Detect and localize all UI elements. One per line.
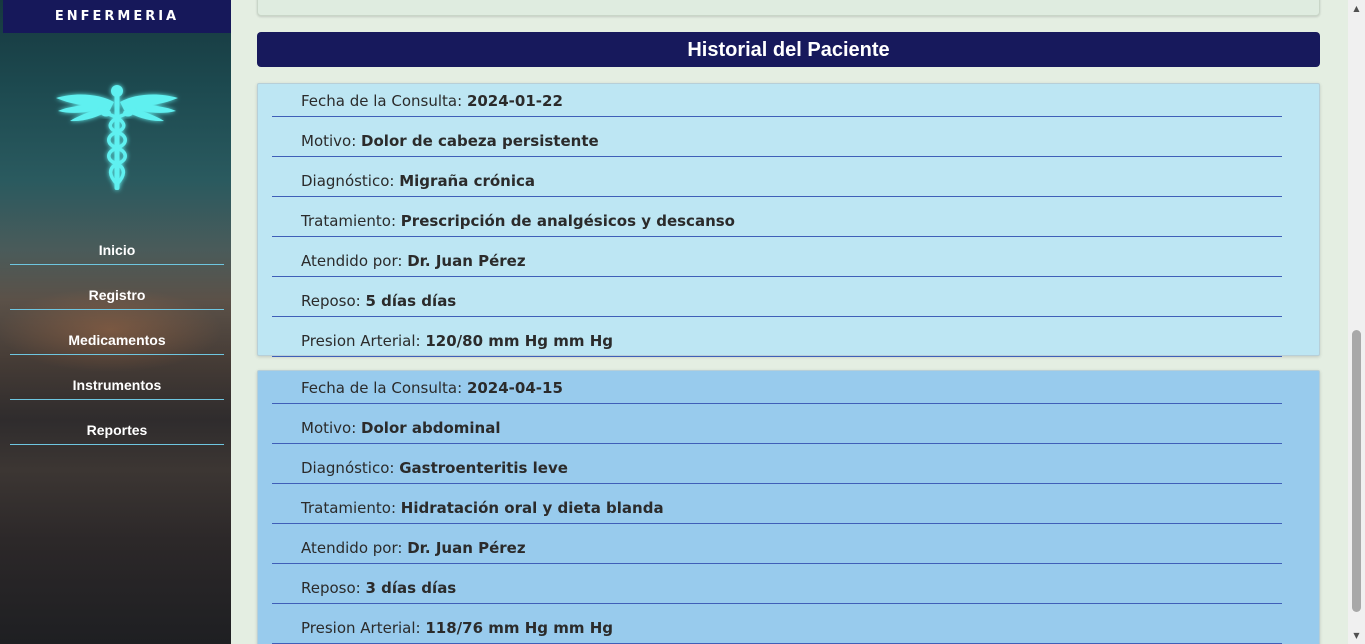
row-value: 2024-04-15 (466, 379, 563, 397)
row-value: 2024-01-22 (466, 92, 563, 110)
nav-item-inicio[interactable]: Inicio (10, 238, 224, 283)
scroll-up-arrow-icon[interactable]: ▲ (1348, 0, 1365, 17)
row-value: Hidratación oral y dieta blanda (400, 499, 664, 517)
record-row-date: Fecha de la Consulta: 2024-04-15 (272, 371, 1282, 404)
nav-label: Registro (10, 287, 224, 310)
record-row-attended-by: Atendido por: Dr. Juan Pérez (272, 237, 1282, 277)
page-title: Historial del Paciente (257, 32, 1320, 67)
caduceus-icon (56, 85, 178, 190)
row-label: Fecha de la Consulta: (301, 379, 467, 397)
row-label: Reposo: (301, 292, 366, 310)
row-label: Presion Arterial: (301, 619, 426, 637)
row-value: 120/80 mm Hg mm Hg (425, 332, 613, 350)
row-label: Atendido por: (301, 539, 408, 557)
nav-item-registro[interactable]: Registro (10, 283, 224, 328)
record-row-reason: Motivo: Dolor de cabeza persistente (272, 117, 1282, 157)
row-value: Dolor de cabeza persistente (361, 132, 599, 150)
row-label: Motivo: (301, 132, 362, 150)
sidebar: ENFERMERIA Inicio Registro Medicamentos … (0, 0, 231, 644)
row-label: Tratamiento: (301, 499, 401, 517)
vertical-scrollbar[interactable]: ▲ ▼ (1348, 0, 1365, 644)
record-row-reason: Motivo: Dolor abdominal (272, 404, 1282, 444)
row-value: 118/76 mm Hg mm Hg (425, 619, 613, 637)
nav-item-medicamentos[interactable]: Medicamentos (10, 328, 224, 373)
record-row-diagnosis: Diagnóstico: Gastroenteritis leve (272, 444, 1282, 484)
nav-label: Instrumentos (10, 377, 224, 400)
row-value: Gastroenteritis leve (399, 459, 568, 477)
row-value: Dr. Juan Pérez (407, 252, 526, 270)
nav-label: Inicio (10, 242, 224, 265)
row-label: Diagnóstico: (301, 172, 400, 190)
scrollbar-thumb[interactable] (1352, 330, 1361, 612)
row-label: Fecha de la Consulta: (301, 92, 467, 110)
record-row-blood-pressure: Presion Arterial: 120/80 mm Hg mm Hg (272, 317, 1282, 357)
record-row-treatment: Tratamiento: Hidratación oral y dieta bl… (272, 484, 1282, 524)
sidebar-nav: Inicio Registro Medicamentos Instrumento… (10, 238, 224, 463)
history-record: Fecha de la Consulta: 2024-01-22 Motivo:… (257, 83, 1320, 357)
row-label: Tratamiento: (301, 212, 401, 230)
row-label: Atendido por: (301, 252, 408, 270)
row-value: Dr. Juan Pérez (407, 539, 526, 557)
nav-label: Reportes (10, 422, 224, 445)
row-value: 5 días días (365, 292, 457, 310)
row-label: Diagnóstico: (301, 459, 400, 477)
record-row-rest: Reposo: 5 días días (272, 277, 1282, 317)
previous-card (257, 0, 1320, 16)
scroll-down-arrow-icon[interactable]: ▼ (1348, 627, 1365, 644)
record-row-blood-pressure: Presion Arterial: 118/76 mm Hg mm Hg (272, 604, 1282, 644)
row-value: Prescripción de analgésicos y descanso (400, 212, 735, 230)
row-value: Dolor abdominal (361, 419, 501, 437)
row-value: Migraña crónica (399, 172, 536, 190)
nav-label: Medicamentos (10, 332, 224, 355)
record-row-attended-by: Atendido por: Dr. Juan Pérez (272, 524, 1282, 564)
row-label: Reposo: (301, 579, 366, 597)
record-row-treatment: Tratamiento: Prescripción de analgésicos… (272, 197, 1282, 237)
history-record: Fecha de la Consulta: 2024-04-15 Motivo:… (257, 370, 1320, 644)
record-row-rest: Reposo: 3 días días (272, 564, 1282, 604)
row-label: Presion Arterial: (301, 332, 426, 350)
record-row-date: Fecha de la Consulta: 2024-01-22 (272, 84, 1282, 117)
row-value: 3 días días (365, 579, 457, 597)
nav-item-reportes[interactable]: Reportes (10, 418, 224, 463)
record-row-diagnosis: Diagnóstico: Migraña crónica (272, 157, 1282, 197)
row-label: Motivo: (301, 419, 362, 437)
nav-item-instrumentos[interactable]: Instrumentos (10, 373, 224, 418)
main-content: Historial del Paciente Fecha de la Consu… (231, 0, 1348, 644)
brand-title: ENFERMERIA (3, 0, 231, 33)
